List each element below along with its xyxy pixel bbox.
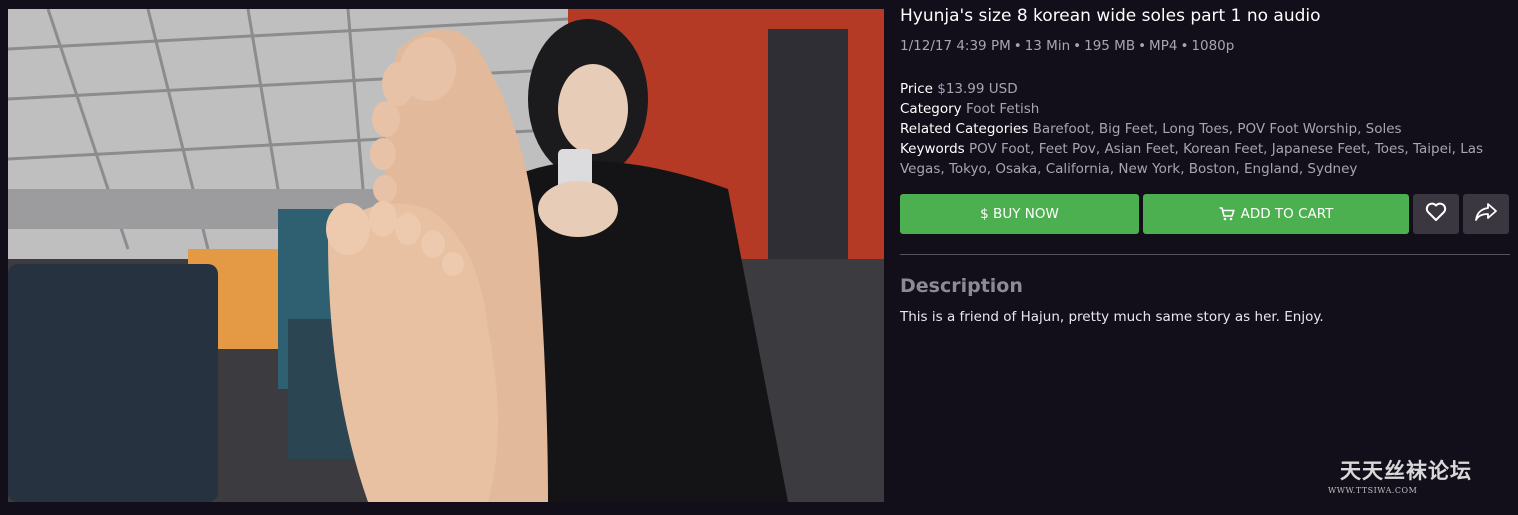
watermark: 天天丝袜论坛 WWW.TTSIWA.COM <box>1326 455 1486 495</box>
description-text: This is a friend of Hajun, pretty much s… <box>900 309 1324 325</box>
add-to-cart-label: ADD TO CART <box>1240 206 1334 222</box>
related-categories-label: Related Categories <box>900 121 1029 137</box>
watermark-name: 天天丝袜论坛 <box>1340 458 1472 483</box>
price-value: $13.99 USD <box>937 81 1018 97</box>
meta-size: 195 MB <box>1084 38 1136 54</box>
meta-format: MP4 <box>1149 38 1178 54</box>
product-details: Price $13.99 USD Category Foot Fetish Re… <box>900 79 1500 179</box>
keywords-label: Keywords <box>900 141 965 157</box>
share-button[interactable] <box>1463 194 1509 234</box>
meta-separator: • <box>1073 38 1082 54</box>
keywords-row: Keywords POV Foot, Feet Pov, Asian Feet,… <box>900 139 1500 179</box>
buy-now-button[interactable]: $ BUY NOW <box>900 194 1139 234</box>
favorite-button[interactable] <box>1413 194 1459 234</box>
meta-date: 1/12/17 4:39 PM <box>900 38 1011 54</box>
category-link[interactable]: Foot Fetish <box>966 101 1039 117</box>
section-divider <box>900 254 1510 255</box>
heart-icon <box>1425 202 1447 226</box>
meta-duration: 13 Min <box>1024 38 1071 54</box>
buy-now-label: $ BUY NOW <box>980 206 1059 222</box>
cart-icon <box>1219 207 1235 221</box>
product-meta: 1/12/17 4:39 PM • 13 Min • 195 MB • MP4 • 1080p <box>900 38 1234 54</box>
category-row: Category Foot Fetish <box>900 99 1500 119</box>
add-to-cart-button[interactable]: ADD TO CART <box>1143 194 1409 234</box>
preview-illustration <box>8 9 884 502</box>
keywords-links[interactable]: POV Foot, Feet Pov, Asian Feet, Korean F… <box>900 141 1483 177</box>
meta-separator: • <box>1013 38 1022 54</box>
price-row: Price $13.99 USD <box>900 79 1500 99</box>
description-heading: Description <box>900 275 1023 297</box>
video-preview-image[interactable] <box>8 9 884 502</box>
share-icon <box>1474 202 1498 226</box>
meta-separator: • <box>1180 38 1189 54</box>
product-title: Hyunja's size 8 korean wide soles part 1… <box>900 6 1321 26</box>
watermark-url: WWW.TTSIWA.COM <box>1328 486 1418 495</box>
related-categories-row: Related Categories Barefoot, Big Feet, L… <box>900 119 1500 139</box>
category-label: Category <box>900 101 962 117</box>
meta-resolution: 1080p <box>1191 38 1235 54</box>
related-categories-links[interactable]: Barefoot, Big Feet, Long Toes, POV Foot … <box>1033 121 1402 137</box>
action-buttons: $ BUY NOW ADD TO CART <box>900 194 1512 234</box>
meta-separator: • <box>1138 38 1147 54</box>
price-label: Price <box>900 81 933 97</box>
